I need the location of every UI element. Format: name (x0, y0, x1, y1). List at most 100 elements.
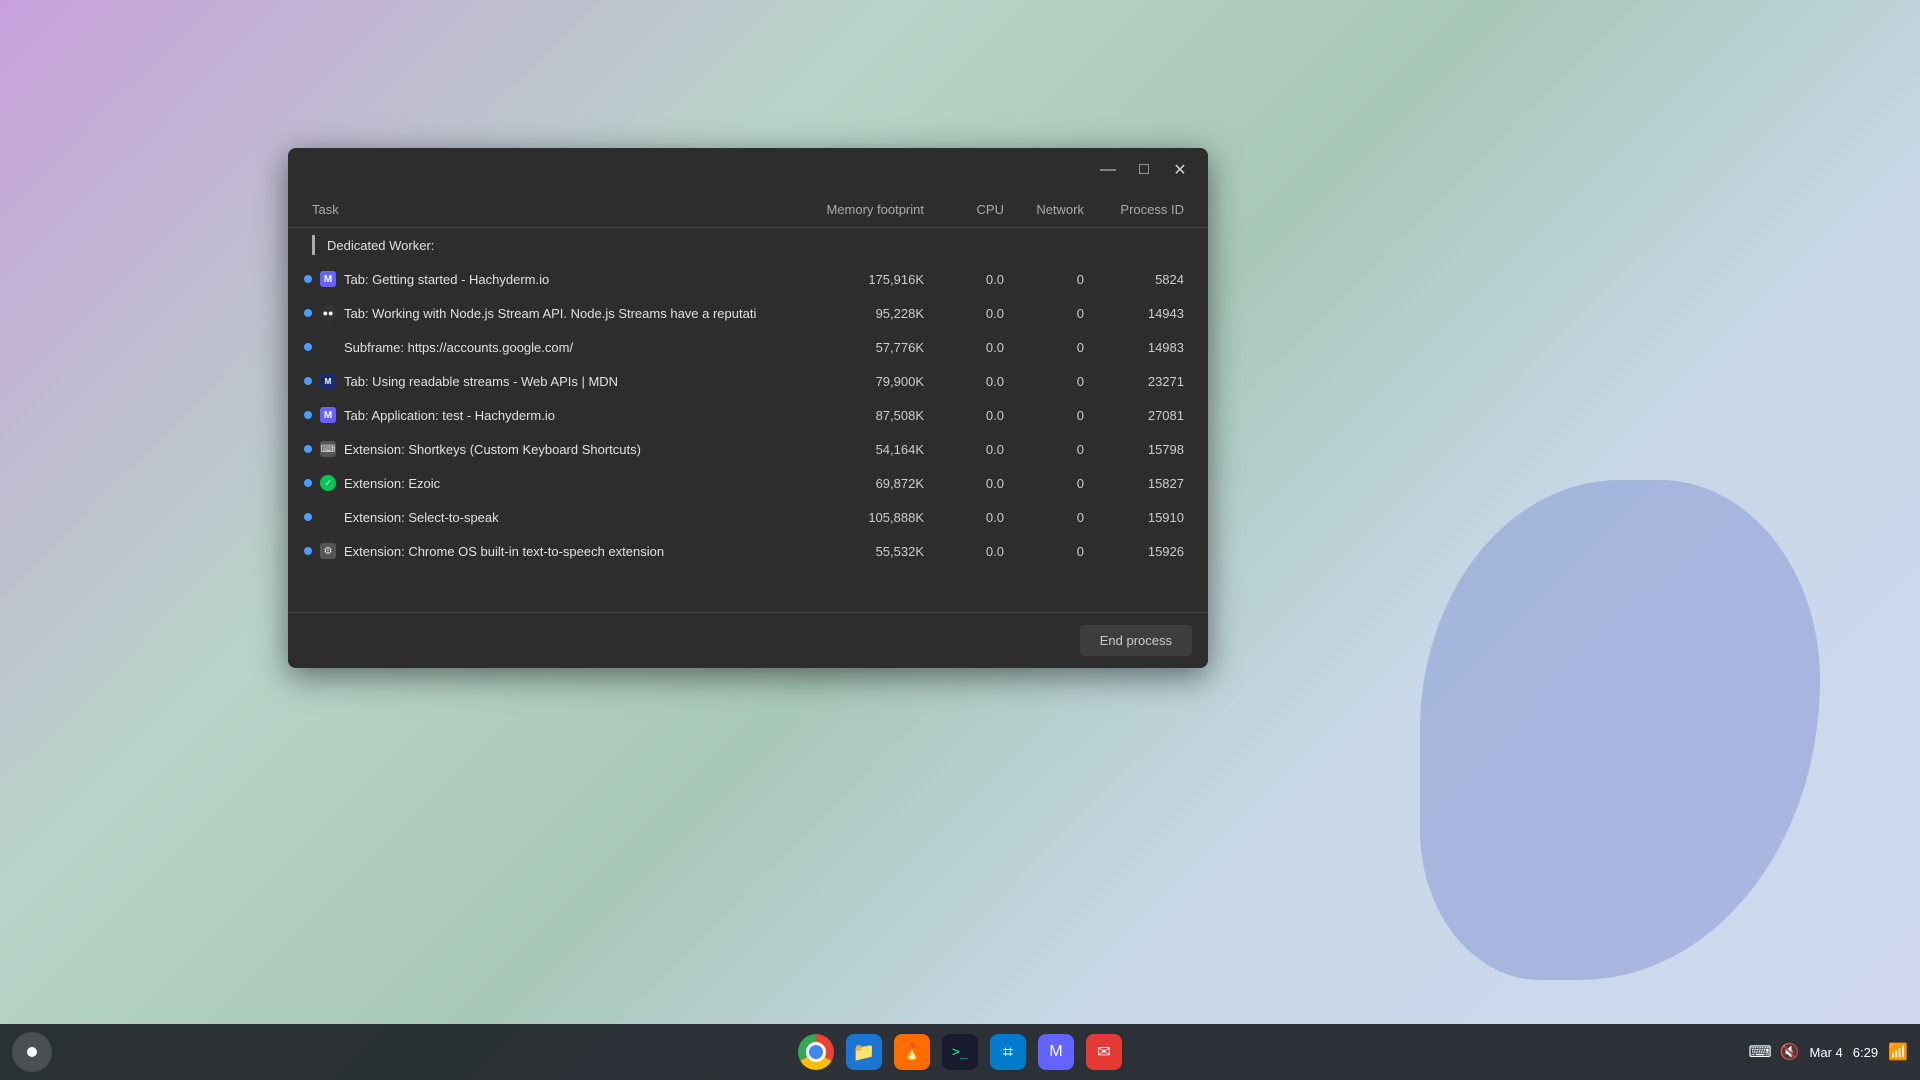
td-memory: 57,776K (772, 336, 932, 359)
ezoic-favicon-icon: ✓ (320, 475, 336, 491)
tts-favicon-icon: ⚙ (320, 543, 336, 559)
taskbar-left (12, 1032, 52, 1072)
taskbar-status-icons: ⌨ 🔇 (1749, 1042, 1800, 1062)
col-network[interactable]: Network (1012, 198, 1092, 221)
mute-icon: 🔇 (1780, 1042, 1800, 1062)
td-cpu: 0.0 (932, 268, 1012, 291)
task-name: Tab: Getting started - Hachyderm.io (344, 272, 549, 287)
maximize-button[interactable]: □ (1128, 154, 1160, 186)
td-pid: 27081 (1092, 404, 1192, 427)
task-dot-icon (304, 445, 312, 453)
col-task[interactable]: Task (304, 198, 772, 221)
task-dot-icon (304, 343, 312, 351)
task-cell: ●● Tab: Working with Node.js Stream API.… (304, 301, 772, 325)
table-row[interactable]: ●● Tab: Working with Node.js Stream API.… (288, 296, 1208, 330)
task-dot-icon (304, 309, 312, 317)
mdn-favicon-icon: M (320, 373, 336, 389)
table-row[interactable]: Extension: Select-to-speak 105,888K 0.0 … (288, 500, 1208, 534)
taskbar-center: 📁 🔥 >_ ⌗ M ✉ (796, 1032, 1124, 1072)
task-cell: Extension: Select-to-speak (304, 505, 772, 529)
empty2-favicon-icon (320, 509, 336, 525)
task-cell: ⌨ Extension: Shortkeys (Custom Keyboard … (304, 437, 772, 461)
mail-icon: ✉ (1086, 1034, 1122, 1070)
td-pid: 15910 (1092, 506, 1192, 529)
td-network: 0 (1012, 302, 1092, 325)
task-dot-icon (304, 411, 312, 419)
table-row[interactable]: Dedicated Worker: (288, 228, 1208, 262)
chrome-icon (798, 1034, 834, 1070)
mastodon-taskbar-icon[interactable]: M (1036, 1032, 1076, 1072)
table-row[interactable]: Subframe: https://accounts.google.com/ 5… (288, 330, 1208, 364)
keyboard-icon: ⌨ (1749, 1042, 1772, 1062)
task-manager-window: — □ ✕ Task Memory footprint CPU Network … (288, 148, 1208, 668)
td-cpu: 0.0 (932, 370, 1012, 393)
mastodon2-favicon-icon: M (320, 407, 336, 423)
table-row[interactable]: M Tab: Getting started - Hachyderm.io 17… (288, 262, 1208, 296)
vscode-taskbar-icon[interactable]: ⌗ (988, 1032, 1028, 1072)
task-name: Tab: Using readable streams - Web APIs |… (344, 374, 618, 389)
task-name: Subframe: https://accounts.google.com/ (344, 340, 573, 355)
table-row[interactable]: ✓ Extension: Ezoic 69,872K 0.0 0 15827 (288, 466, 1208, 500)
launcher-dot-icon (27, 1047, 37, 1057)
task-cell: M Tab: Using readable streams - Web APIs… (304, 369, 772, 393)
table-row[interactable]: M Tab: Using readable streams - Web APIs… (288, 364, 1208, 398)
launcher-button[interactable] (12, 1032, 52, 1072)
col-memory[interactable]: Memory footprint (772, 198, 932, 221)
wifi-icon: 📶 (1888, 1042, 1908, 1062)
table-row[interactable]: M Tab: Application: test - Hachyderm.io … (288, 398, 1208, 432)
td-memory: 87,508K (772, 404, 932, 427)
table-container: Task Memory footprint CPU Network Proces… (288, 192, 1208, 612)
minimize-button[interactable]: — (1092, 154, 1124, 186)
task-dot-icon (304, 547, 312, 555)
td-pid: 15798 (1092, 438, 1192, 461)
task-cell: ⚙ Extension: Chrome OS built-in text-to-… (304, 539, 772, 563)
task-name: Dedicated Worker: (327, 238, 434, 253)
td-network: 0 (1012, 404, 1092, 427)
window-titlebar: — □ ✕ (288, 148, 1208, 192)
col-cpu[interactable]: CPU (932, 198, 1012, 221)
taskbar-right: ⌨ 🔇 Mar 4 6:29 📶 (1749, 1042, 1908, 1062)
task-cell: ✓ Extension: Ezoic (304, 471, 772, 495)
td-memory (772, 241, 932, 249)
td-pid (1092, 241, 1192, 249)
taskbar-time[interactable]: 6:29 (1853, 1045, 1878, 1060)
td-cpu: 0.0 (932, 302, 1012, 325)
files-taskbar-icon[interactable]: 📁 (844, 1032, 884, 1072)
table-header: Task Memory footprint CPU Network Proces… (288, 192, 1208, 228)
td-memory: 55,532K (772, 540, 932, 563)
task-cell: Subframe: https://accounts.google.com/ (304, 335, 772, 359)
td-pid: 15827 (1092, 472, 1192, 495)
td-memory: 105,888K (772, 506, 932, 529)
dedicated-bar-icon (312, 235, 315, 255)
window-footer: End process (288, 612, 1208, 668)
td-memory: 175,916K (772, 268, 932, 291)
task-name: Tab: Application: test - Hachyderm.io (344, 408, 555, 423)
td-network: 0 (1012, 370, 1092, 393)
chrome-taskbar-icon[interactable] (796, 1032, 836, 1072)
td-network: 0 (1012, 506, 1092, 529)
td-memory: 79,900K (772, 370, 932, 393)
end-process-button[interactable]: End process (1080, 625, 1192, 656)
td-pid: 15926 (1092, 540, 1192, 563)
close-button[interactable]: ✕ (1164, 154, 1196, 186)
task-dot-icon (304, 479, 312, 487)
td-network: 0 (1012, 438, 1092, 461)
table-row[interactable]: ⚙ Extension: Chrome OS built-in text-to-… (288, 534, 1208, 568)
td-pid: 23271 (1092, 370, 1192, 393)
flame-taskbar-icon[interactable]: 🔥 (892, 1032, 932, 1072)
taskbar-date[interactable]: Mar 4 (1810, 1045, 1843, 1060)
td-network: 0 (1012, 268, 1092, 291)
task-name: Extension: Shortkeys (Custom Keyboard Sh… (344, 442, 641, 457)
table-row[interactable]: ⌨ Extension: Shortkeys (Custom Keyboard … (288, 432, 1208, 466)
td-network (1012, 241, 1092, 249)
td-cpu: 0.0 (932, 506, 1012, 529)
task-cell: Dedicated Worker: (304, 231, 772, 259)
mail-taskbar-icon[interactable]: ✉ (1084, 1032, 1124, 1072)
task-dot-icon (304, 377, 312, 385)
terminal-taskbar-icon[interactable]: >_ (940, 1032, 980, 1072)
td-network: 0 (1012, 472, 1092, 495)
task-dot-icon (304, 513, 312, 521)
td-cpu: 0.0 (932, 540, 1012, 563)
col-pid[interactable]: Process ID (1092, 198, 1192, 221)
shortkeys-favicon-icon: ⌨ (320, 441, 336, 457)
